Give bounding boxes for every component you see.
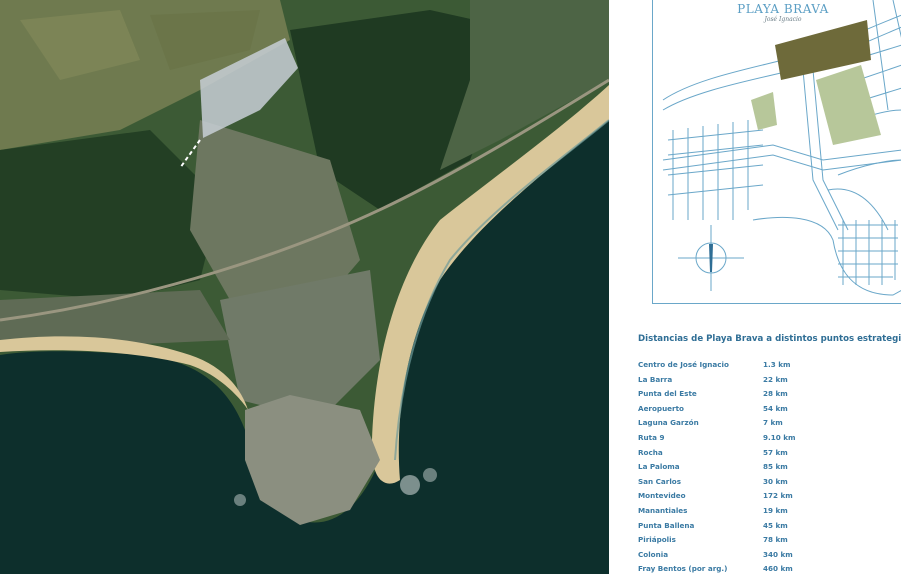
- distance-place: La Barra: [638, 374, 673, 384]
- distance-value: 7 km: [763, 418, 783, 428]
- satellite-map: [0, 0, 609, 574]
- lot-light-small: [751, 92, 777, 130]
- distance-value: 9.10 km: [763, 433, 796, 442]
- distance-place: Fray Bentos (por arg.): [638, 564, 728, 574]
- distances-title: Distancias de Playa Brava a distintos pu…: [638, 334, 901, 344]
- logo-name: PLAYA BRAVA: [737, 2, 829, 16]
- distance-place: Ruta 9: [638, 433, 665, 442]
- distance-place: La Paloma: [638, 462, 680, 472]
- distance-place: Aeropuerto: [638, 403, 684, 413]
- site-plan: PLAYA BRAVA José Ignacio: [652, 0, 901, 304]
- distance-place: Rocha: [638, 447, 663, 457]
- distance-row: Colonia 340 km: [638, 550, 878, 565]
- distance-row: Ruta 9 9.10 km: [638, 433, 878, 448]
- distance-value: 30 km: [763, 476, 788, 486]
- logo-subtitle: José Ignacio: [764, 16, 802, 23]
- distance-value: 28 km: [763, 389, 788, 399]
- distance-value: 1.3 km: [763, 360, 791, 369]
- distance-value: 172 km: [763, 491, 793, 501]
- distance-value: 45 km: [763, 520, 788, 530]
- distance-row: Laguna Garzón 7 km: [638, 418, 878, 433]
- distance-row: Montevideo 172 km: [638, 491, 878, 506]
- distance-row: Aeropuerto 54 km: [638, 404, 878, 419]
- distance-row: La Barra 22 km: [638, 375, 878, 390]
- distance-row: Rocha 57 km: [638, 448, 878, 463]
- distance-row: Piriápolis 78 km: [638, 535, 878, 550]
- info-panel: PLAYA BRAVA José Ignacio Distancias de P…: [609, 0, 901, 586]
- distance-value: 19 km: [763, 506, 788, 515]
- distance-value: 22 km: [763, 374, 788, 384]
- distance-value: 54 km: [763, 403, 788, 413]
- distance-place: Laguna Garzón: [638, 418, 699, 428]
- distance-row: Manantiales 19 km: [638, 506, 878, 521]
- distance-place: Punta Ballena: [638, 520, 695, 530]
- distance-place: San Carlos: [638, 476, 681, 486]
- distance-row: La Paloma 85 km: [638, 462, 878, 477]
- distance-row: Centro de José Ignacio 1.3 km: [638, 360, 878, 375]
- distance-place: Piriápolis: [638, 535, 676, 545]
- distance-row: Punta del Este 28 km: [638, 389, 878, 404]
- brand-logo: PLAYA BRAVA José Ignacio: [723, 2, 843, 23]
- distance-value: 78 km: [763, 535, 788, 545]
- distance-place: Punta del Este: [638, 389, 697, 399]
- north-arrow-compass-icon: [678, 225, 744, 291]
- distance-value: 340 km: [763, 549, 793, 559]
- distance-value: 57 km: [763, 447, 788, 457]
- distance-place: Centro de José Ignacio: [638, 360, 729, 369]
- distance-row: Punta Ballena 45 km: [638, 521, 878, 536]
- distance-row: San Carlos 30 km: [638, 477, 878, 492]
- bottom-margin: [0, 574, 609, 586]
- distance-value: 460 km: [763, 564, 793, 574]
- site-plan-drawing: [662, 0, 901, 296]
- lot-light-main: [816, 65, 881, 145]
- distance-place: Colonia: [638, 549, 669, 559]
- distance-row: Fray Bentos (por arg.) 460 km: [638, 564, 878, 579]
- distance-place: Manantiales: [638, 506, 688, 515]
- distance-value: 85 km: [763, 462, 788, 472]
- distance-place: Montevideo: [638, 491, 686, 501]
